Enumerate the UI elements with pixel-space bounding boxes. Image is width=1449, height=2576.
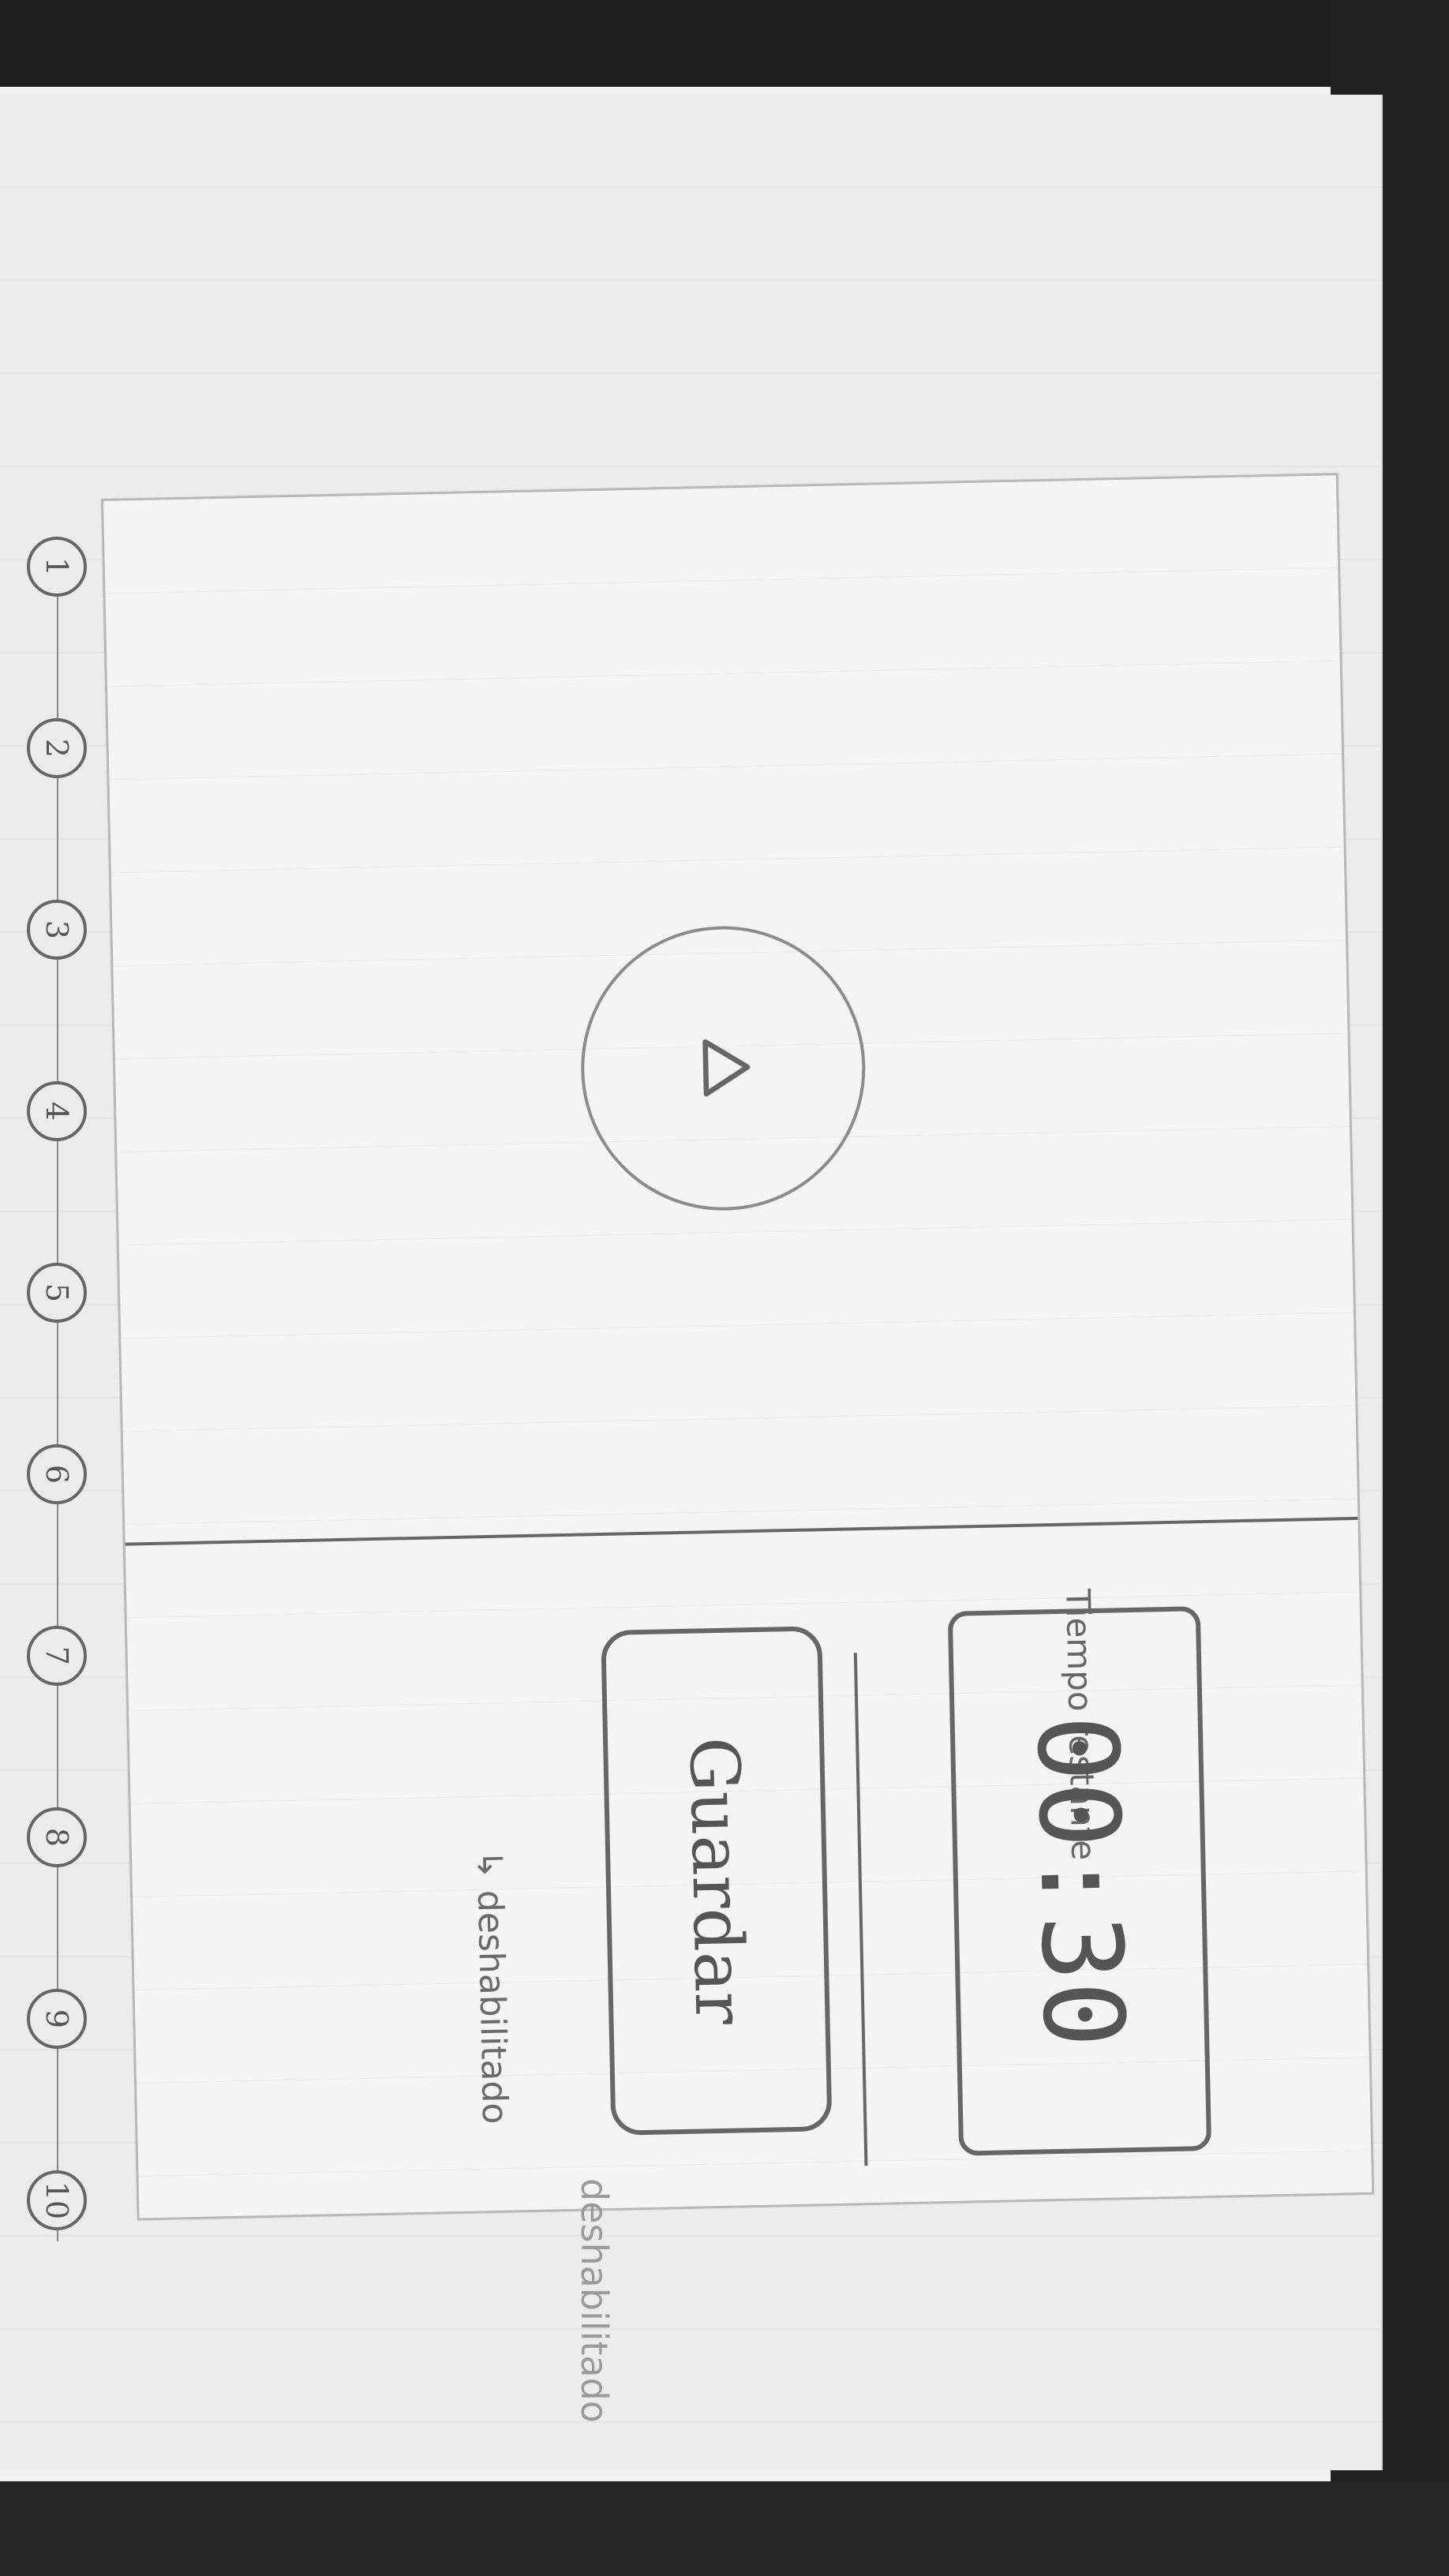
timer-value: 00:30 [1012, 1713, 1148, 2049]
step-9[interactable]: 9 [27, 1989, 87, 2049]
step-2[interactable]: 2 [27, 718, 87, 778]
play-icon [679, 1023, 767, 1114]
timer-and-save-area: Tiempo restante 00:30 Guardar ↳ deshabil… [125, 1520, 1372, 2201]
notebook-page: 1 2 3 4 5 6 7 8 9 10 Tiempo restante 00: [0, 95, 1383, 2470]
timer-divider [853, 1653, 868, 2166]
step-1[interactable]: 1 [27, 537, 87, 597]
mockup-panel: Tiempo restante 00:30 Guardar ↳ deshabil… [101, 473, 1375, 2221]
timer-display: 00:30 [947, 1606, 1212, 2156]
desk-background-bottom [0, 2481, 1449, 2576]
step-5[interactable]: 5 [27, 1263, 87, 1323]
play-button[interactable] [578, 923, 869, 1214]
desk-background-top [0, 0, 1449, 87]
step-10[interactable]: 10 [27, 2170, 87, 2230]
outer-disabled-note: deshabilitado [573, 2178, 616, 2423]
step-8[interactable]: 8 [27, 1807, 87, 1867]
save-button[interactable]: Guardar [601, 1626, 833, 2136]
step-4[interactable]: 4 [27, 1081, 87, 1141]
save-disabled-note: ↳ deshabilitado [468, 1849, 515, 2125]
stepper-line [57, 537, 58, 2241]
question-stepper: 1 2 3 4 5 6 7 8 9 10 [14, 537, 101, 2241]
save-label: Guardar [674, 1736, 759, 2026]
step-6[interactable]: 6 [27, 1444, 87, 1504]
video-area [103, 475, 1357, 1542]
step-7[interactable]: 7 [27, 1626, 87, 1686]
step-3[interactable]: 3 [27, 900, 87, 960]
